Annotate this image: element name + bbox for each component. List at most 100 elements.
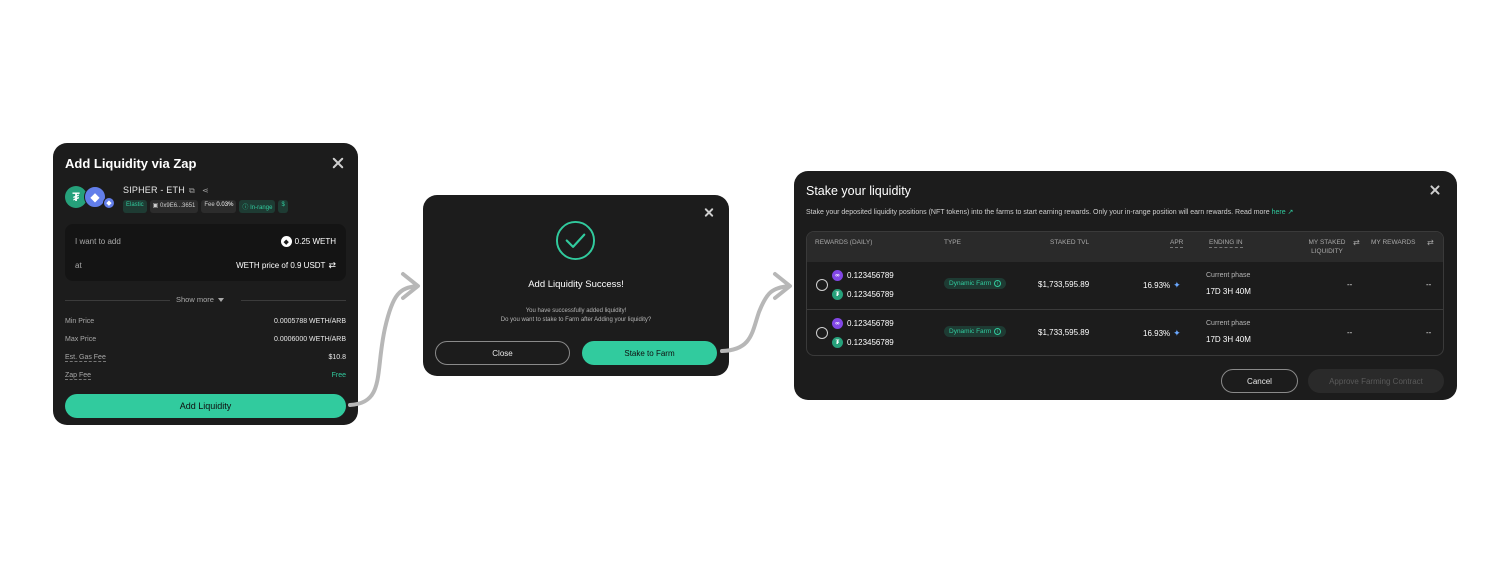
panel-title: Add Liquidity via Zap xyxy=(65,156,197,171)
apr-value: 16.93% ✦ xyxy=(1143,328,1181,339)
header-ending-in[interactable]: ENDING IN xyxy=(1209,238,1243,248)
row-radio[interactable] xyxy=(816,327,828,339)
row-radio[interactable] xyxy=(816,279,828,291)
header-my-staked-line2: LIQUIDITY xyxy=(1311,248,1343,255)
cancel-button[interactable]: Cancel xyxy=(1221,369,1298,393)
close-icon[interactable] xyxy=(703,207,714,218)
elastic-badge: Elastic xyxy=(123,200,147,213)
reward-amount: 0.123456789 xyxy=(847,290,894,299)
max-price-row: Max Price 0.0006000 WETH/ARB xyxy=(65,336,346,346)
in-range-text: In-range xyxy=(250,205,273,211)
sparkle-icon[interactable]: ✦ xyxy=(1173,280,1181,291)
reward-amount: 0.123456789 xyxy=(847,338,894,347)
chain-icon: ◆ xyxy=(103,197,115,209)
reward-token-2: ₮ 0.123456789 xyxy=(832,337,894,348)
sort-icon[interactable]: ⇄ xyxy=(1427,238,1434,247)
my-rewards-value: -- xyxy=(1426,280,1432,289)
apr-text: 16.93% xyxy=(1143,329,1171,338)
close-icon[interactable] xyxy=(1429,184,1441,196)
reward-amount: 0.123456789 xyxy=(847,271,894,280)
apr-text: 16.93% xyxy=(1143,281,1171,290)
zap-fee-value: Free xyxy=(331,372,346,379)
sparkle-icon[interactable]: ✦ xyxy=(1173,328,1181,339)
info-icon[interactable]: i xyxy=(994,328,1002,335)
usdt-token-icon: ₮ xyxy=(832,337,843,348)
header-my-rewards[interactable]: MY REWARDS xyxy=(1371,238,1415,247)
swap-icon[interactable]: ⇄ xyxy=(328,260,336,271)
flow-arrow-icon xyxy=(720,272,792,353)
my-staked-liquidity-value: -- xyxy=(1347,328,1353,337)
stake-to-farm-button[interactable]: Stake to Farm xyxy=(582,341,717,365)
show-more[interactable]: Show more xyxy=(176,295,224,304)
gas-fee-label: Est. Gas Fee xyxy=(65,354,106,362)
at-value-text: WETH price of 0.9 USDT xyxy=(236,261,326,270)
close-icon[interactable] xyxy=(331,156,345,170)
staked-tvl-value: $1,733,595.89 xyxy=(1038,280,1090,289)
zap-fee-label: Zap Fee xyxy=(65,372,92,380)
stake-description: Stake your deposited liquidity positions… xyxy=(806,208,1293,216)
phase-label: Current phase xyxy=(1206,272,1251,279)
farms-table: REWARDS (DAILY) TYPE STAKED TVL APR ENDI… xyxy=(806,231,1444,356)
money-bag-icon: $ xyxy=(278,200,288,213)
pair-name: SIPHER - ETH xyxy=(123,185,185,195)
header-type: TYPE xyxy=(944,239,961,246)
divider xyxy=(65,300,170,301)
phase-label: Current phase xyxy=(1206,320,1251,327)
fee-value: 0.03% xyxy=(216,202,234,208)
header-rewards: REWARDS (DAILY) xyxy=(815,239,873,246)
ending-in-value: 17D 3H 40M xyxy=(1206,287,1251,296)
min-price-value: 0.0005788 WETH/ARB xyxy=(274,318,346,325)
staked-tvl-value: $1,733,595.89 xyxy=(1038,328,1090,337)
flow-arrow-icon xyxy=(348,272,420,407)
farm-type-badge: Dynamic Farm i xyxy=(944,278,1007,289)
fee-label: Fee xyxy=(204,202,215,208)
reward-token-1: ∞ 0.123456789 xyxy=(832,270,894,281)
success-check-icon xyxy=(555,220,596,261)
ending-in-value: 17D 3H 40M xyxy=(1206,335,1251,344)
description-text: Stake your deposited liquidity positions… xyxy=(806,209,1270,216)
add-amount-box: I want to add ◆ 0.25 WETH at WETH price … xyxy=(65,224,346,281)
header-staked-tvl[interactable]: STAKED TVL xyxy=(1050,238,1089,247)
header-my-staked-line1: MY STAKED xyxy=(1308,239,1346,246)
my-rewards-value: -- xyxy=(1426,328,1432,337)
add-liquidity-button[interactable]: Add Liquidity xyxy=(65,394,346,418)
reward-token-2: ₮ 0.123456789 xyxy=(832,289,894,300)
success-panel: Add Liquidity Success! You have successf… xyxy=(423,195,729,376)
copy-icon[interactable]: ⧉ xyxy=(189,186,195,196)
success-message: You have successfully added liquidity! xyxy=(525,308,627,314)
table-row[interactable]: ∞ 0.123456789 ₮ 0.123456789 Dynamic Farm… xyxy=(807,309,1443,355)
close-button[interactable]: Close xyxy=(435,341,570,365)
at-value[interactable]: WETH price of 0.9 USDT ⇄ xyxy=(236,260,336,271)
fee-badge: Fee 0.03% xyxy=(201,200,237,213)
add-label: I want to add xyxy=(75,237,121,246)
reward-amount: 0.123456789 xyxy=(847,319,894,328)
show-more-toggle[interactable]: Show more xyxy=(65,295,346,307)
min-price-row: Min Price 0.0005788 WETH/ARB xyxy=(65,318,346,328)
approve-farming-contract-button[interactable]: Approve Farming Contract xyxy=(1308,369,1444,393)
max-price-value: 0.0006000 WETH/ARB xyxy=(274,336,346,343)
add-value-text: 0.25 WETH xyxy=(294,237,336,246)
zap-fee-row: Zap Fee Free xyxy=(65,372,346,382)
divider xyxy=(241,300,346,301)
usdt-token-icon: ₮ xyxy=(832,289,843,300)
show-more-label: Show more xyxy=(176,295,214,304)
table-row[interactable]: ∞ 0.123456789 ₮ 0.123456789 Dynamic Farm… xyxy=(807,262,1443,309)
header-my-staked-liquidity[interactable]: MY STAKED LIQUIDITY xyxy=(1301,238,1353,256)
address-badge[interactable]: ▣ 0x9E6...3651 xyxy=(149,200,199,213)
header-apr[interactable]: APR xyxy=(1170,238,1184,248)
info-icon[interactable]: i xyxy=(994,280,1002,287)
pool-badges: Elastic ▣ 0x9E6...3651 Fee 0.03% ⓘ In-ra… xyxy=(123,200,288,213)
polygon-token-icon: ∞ xyxy=(832,270,843,281)
chevron-down-icon xyxy=(217,298,224,303)
add-value: ◆ 0.25 WETH xyxy=(280,236,336,247)
read-more-link[interactable]: here ↗ xyxy=(1272,209,1294,216)
sort-icon[interactable]: ⇄ xyxy=(1353,238,1360,247)
apr-value: 16.93% ✦ xyxy=(1143,280,1181,291)
max-price-label: Max Price xyxy=(65,336,97,343)
add-liquidity-zap-panel: Add Liquidity via Zap ₮ ◆ ◆ SIPHER - ETH… xyxy=(53,143,358,425)
share-icon[interactable]: ⋖ xyxy=(202,186,209,195)
gas-fee-row: Est. Gas Fee $10.8 xyxy=(65,354,346,364)
polygon-token-icon: ∞ xyxy=(832,318,843,329)
my-staked-liquidity-value: -- xyxy=(1347,280,1353,289)
address-text: 0x9E6...3651 xyxy=(160,203,196,209)
